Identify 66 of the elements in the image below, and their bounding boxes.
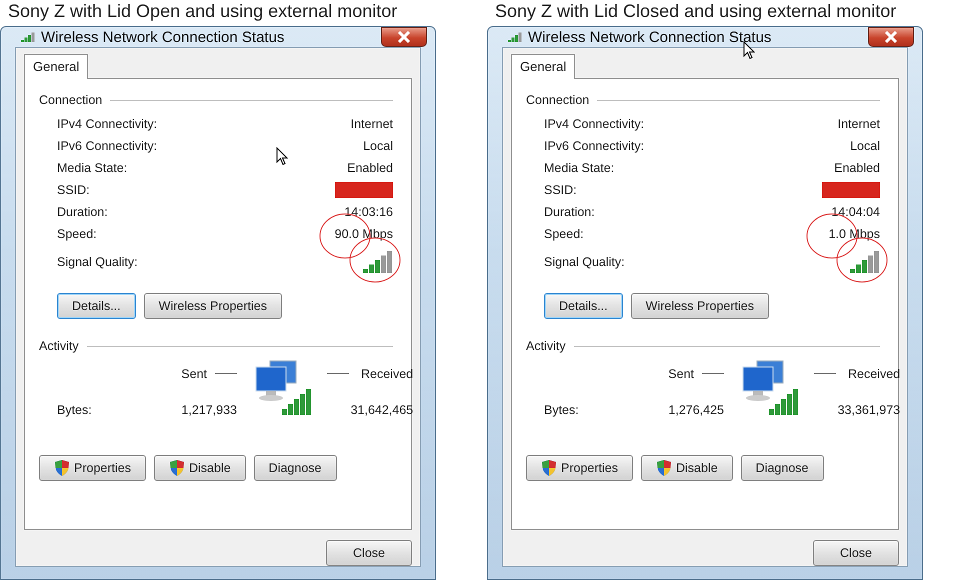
field-label: IPv6 Connectivity: <box>544 139 644 153</box>
shield-icon <box>168 459 185 477</box>
field-value: 14:04:04 <box>831 205 880 219</box>
field-label: Speed: <box>57 227 97 241</box>
field-value: Local <box>850 139 880 153</box>
redaction-bar <box>335 182 393 198</box>
wireless-properties-button[interactable]: Wireless Properties <box>630 293 770 319</box>
field-value: Enabled <box>834 161 880 175</box>
action-button[interactable]: Properties <box>39 455 146 481</box>
action-button[interactable]: Disable <box>640 455 733 481</box>
field-label: Speed: <box>544 227 584 241</box>
field-value: Internet <box>838 117 880 131</box>
shield-icon <box>54 459 70 477</box>
sent-bytes: 1,217,933 <box>181 403 237 417</box>
field-label: IPv4 Connectivity: <box>544 117 644 131</box>
group-title: Connection <box>39 93 102 107</box>
close-icon[interactable] <box>381 27 427 47</box>
field-label: Signal Quality: <box>544 255 625 269</box>
field-label: Signal Quality: <box>57 255 138 269</box>
shield-icon <box>656 459 672 477</box>
signal-icon <box>21 32 35 42</box>
field-label: Duration: <box>544 205 595 219</box>
group-title: Activity <box>526 339 566 353</box>
caption: Sony Z with Lid Open and using external monitor <box>7 0 398 23</box>
wireless-properties-button[interactable]: Wireless Properties <box>144 293 282 319</box>
close-button[interactable]: Close <box>326 540 412 566</box>
sent-bytes: 1,276,425 <box>668 403 724 417</box>
received-bytes: 33,361,973 <box>838 403 900 417</box>
caption: Sony Z with Lid Closed and using external monitor <box>494 0 898 23</box>
field-value: Enabled <box>347 161 393 175</box>
shield-icon <box>541 459 557 477</box>
field-label: IPv4 Connectivity: <box>57 117 158 131</box>
signal-icon <box>508 32 522 42</box>
received-label: Received <box>848 366 900 380</box>
signal-quality-icon <box>363 251 393 273</box>
details-button[interactable]: Details... <box>57 293 136 319</box>
action-button[interactable]: Diagnose <box>254 455 336 481</box>
general-tab[interactable]: General <box>24 54 88 79</box>
bytes-label: Bytes: <box>544 403 580 417</box>
sent-label: Sent <box>181 366 207 380</box>
close-icon[interactable] <box>868 27 914 47</box>
redaction-bar <box>822 182 880 198</box>
field-label: Media State: <box>57 161 128 175</box>
field-label: Media State: <box>544 161 614 175</box>
close-button[interactable]: Close <box>813 540 899 566</box>
received-label: Received <box>361 366 414 380</box>
action-button[interactable]: Properties <box>526 455 633 481</box>
details-button[interactable]: Details... <box>544 293 623 319</box>
field-label: SSID: <box>57 183 90 197</box>
signal-quality-icon <box>850 251 880 273</box>
field-label: SSID: <box>544 183 577 197</box>
field-label: IPv6 Connectivity: <box>57 139 158 153</box>
general-tab[interactable]: General <box>511 54 576 79</box>
field-label: Duration: <box>57 205 108 219</box>
group-title: Connection <box>526 93 590 107</box>
sent-label: Sent <box>668 366 694 380</box>
action-button[interactable]: Disable <box>154 455 246 481</box>
group-title: Activity <box>39 339 79 353</box>
action-button[interactable]: Diagnose <box>740 455 824 481</box>
field-value: Local <box>363 139 393 153</box>
window-title: Wireless Network Connection Status <box>528 28 772 46</box>
received-bytes: 31,642,465 <box>350 403 414 417</box>
bytes-label: Bytes: <box>57 403 93 417</box>
window-title: Wireless Network Connection Status <box>41 28 284 46</box>
field-value: Internet <box>350 117 393 131</box>
field-value: 14:03:16 <box>344 205 393 219</box>
